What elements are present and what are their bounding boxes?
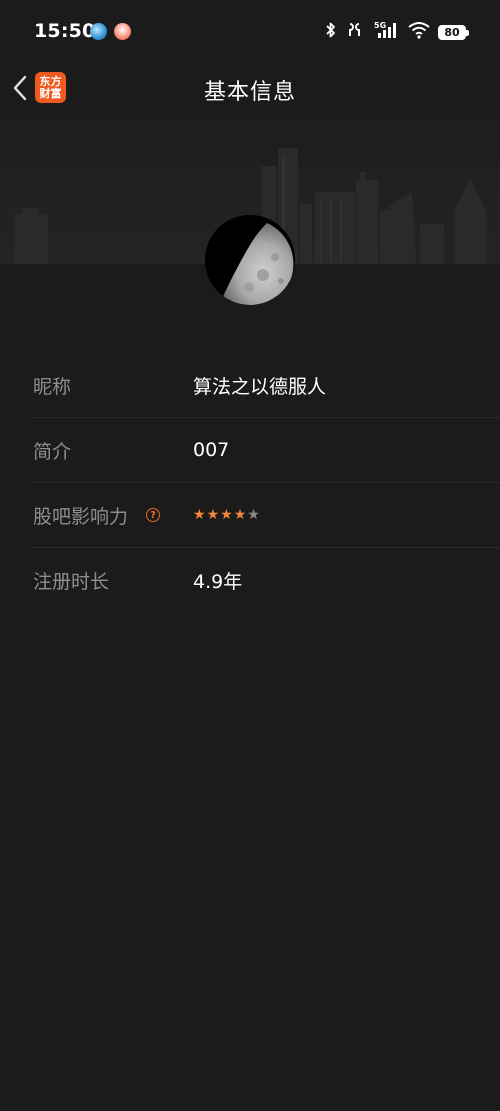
app-notification-icon [90, 23, 107, 40]
nickname-label: 昵称 [33, 375, 72, 398]
registration-label: 注册时长 [33, 570, 110, 593]
registration-row: 注册时长 4.9年 [33, 548, 500, 612]
avatar[interactable] [205, 215, 295, 305]
status-time: 15:50 [34, 20, 96, 42]
star-filled-icon: ★ [193, 507, 206, 523]
registration-value: 4.9年 [193, 570, 243, 593]
profile-info-list: 昵称 算法之以德服人 简介 007 股吧影响力 ? ★ ★ ★ ★ ★ 注册时长 4.9… [0, 353, 500, 612]
signal-5g-icon: 5G [374, 20, 400, 44]
battery-level: 80 [444, 25, 460, 39]
app-notification-icon [114, 23, 131, 40]
influence-label: 股吧影响力 [33, 505, 129, 528]
svg-text:5G: 5G [374, 21, 386, 30]
battery-icon: 80 [438, 24, 469, 40]
page-title: 基本信息 [203, 80, 296, 105]
star-filled-icon: ★ [233, 507, 247, 523]
status-bar: 15:50 5G 80 [0, 0, 500, 64]
bio-row: 简介 007 [33, 418, 500, 483]
bio-label: 简介 [33, 440, 72, 463]
influence-rating: ★ ★ ★ ★ ★ [193, 508, 260, 522]
influence-label-wrap: 股吧影响力 ? [33, 502, 193, 529]
star-filled-icon: ★ [220, 507, 233, 523]
star-filled-icon: ★ [206, 507, 220, 523]
system-status-icons: 5G 80 [324, 20, 469, 44]
earbuds-icon [346, 21, 366, 43]
moon-avatar-image [205, 215, 295, 305]
bluetooth-icon [324, 21, 338, 43]
nickname-row: 昵称 算法之以德服人 [33, 353, 500, 418]
bio-value: 007 [193, 439, 230, 461]
help-icon[interactable]: ? [146, 508, 161, 522]
header: 东方 财富 基本信息 [0, 64, 500, 114]
influence-row: 股吧影响力 ? ★ ★ ★ ★ ★ [33, 483, 500, 548]
star-empty-icon: ★ [247, 507, 260, 523]
wifi-icon [408, 21, 430, 43]
nickname-value: 算法之以德服人 [193, 375, 327, 398]
